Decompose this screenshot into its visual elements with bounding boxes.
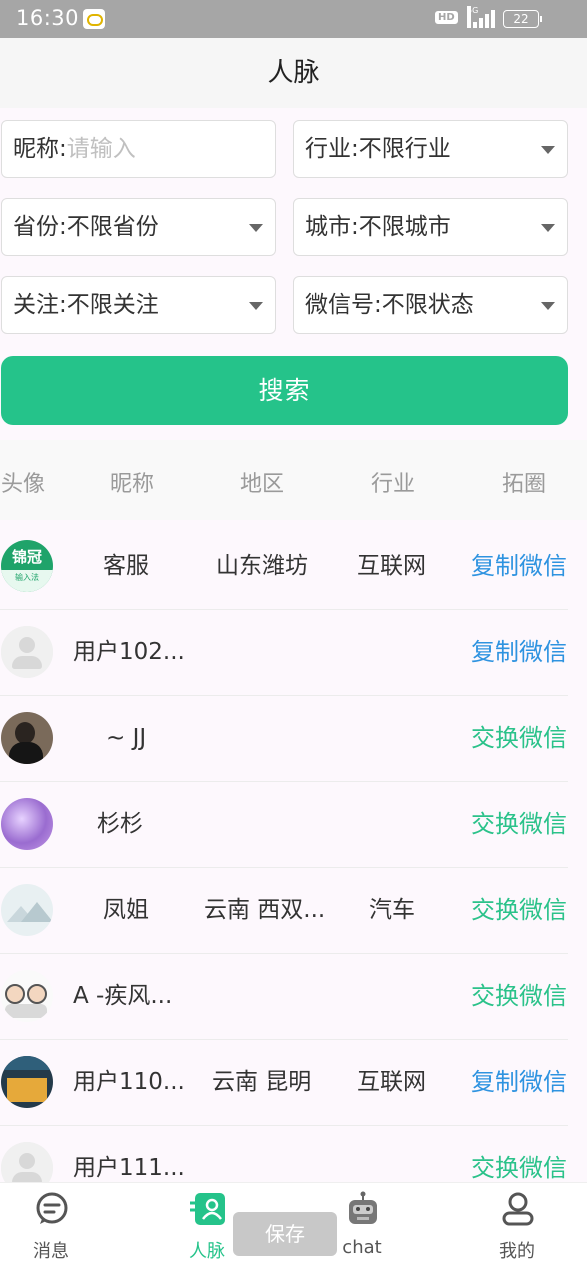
column-expand: 拓圈	[502, 472, 547, 497]
column-avatar: 头像	[1, 472, 46, 497]
row-region: 云南 昆明	[212, 1069, 312, 1095]
page-title: 人脉	[0, 38, 587, 108]
wechat-status-value: 微信号:不限状态	[305, 292, 474, 318]
industry-value: 行业:不限行业	[305, 136, 451, 162]
status-time: 16:30	[16, 6, 80, 30]
city-select[interactable]: 城市:不限城市	[293, 198, 568, 256]
tab-profile[interactable]: 我的	[472, 1183, 562, 1266]
list-item[interactable]: ~ JJ 交换微信	[0, 695, 568, 782]
nickname-field[interactable]: 昵称:请输入	[1, 120, 276, 178]
follow-value: 关注:不限关注	[13, 292, 159, 318]
chevron-down-icon	[249, 302, 263, 310]
row-industry: 汽车	[369, 897, 415, 923]
battery-icon: 22	[503, 10, 542, 28]
chevron-down-icon	[541, 224, 555, 232]
list-item[interactable]: 凤姐 云南 西双... 汽车 交换微信	[0, 867, 568, 954]
row-nickname: 用户110...	[73, 1069, 185, 1095]
default-avatar-icon	[1, 626, 53, 678]
wechat-status-select[interactable]: 微信号:不限状态	[293, 276, 568, 334]
list-item[interactable]: 用户102... 复制微信	[0, 609, 568, 696]
nickname-label: 昵称:	[13, 136, 67, 162]
list-item[interactable]: 用户110... 云南 昆明 互联网 复制微信	[0, 1039, 568, 1126]
column-region: 地区	[240, 472, 285, 497]
hd-badge: HD	[435, 11, 458, 24]
copy-wechat-button[interactable]: 复制微信	[471, 609, 567, 695]
row-nickname: ~ JJ	[106, 725, 147, 751]
row-nickname: 杉杉	[97, 811, 143, 837]
robot-icon	[349, 1191, 377, 1224]
avatar: 锦冠 输入法	[1, 540, 53, 592]
status-bar: 16:30 HD 5G 22	[0, 0, 587, 38]
chevron-down-icon	[541, 146, 555, 154]
tab-label: 我的	[499, 1241, 535, 1262]
avatar	[1, 626, 53, 678]
chevron-down-icon	[541, 302, 555, 310]
avatar	[1, 970, 53, 1022]
province-value: 省份:不限省份	[13, 214, 159, 240]
row-industry: 互联网	[357, 1069, 426, 1095]
copy-wechat-button[interactable]: 复制微信	[471, 523, 567, 609]
nickname-placeholder: 请输入	[66, 136, 136, 162]
column-header-bar	[0, 440, 587, 520]
tab-messages[interactable]: 消息	[6, 1183, 96, 1266]
save-button[interactable]: 保存	[233, 1212, 337, 1256]
avatar	[1, 798, 53, 850]
profile-icon	[502, 1192, 534, 1226]
chevron-down-icon	[249, 224, 263, 232]
row-nickname: 凤姐	[103, 897, 149, 923]
network-type: 5G	[467, 6, 478, 28]
row-nickname: 用户102...	[73, 639, 185, 665]
message-icon	[36, 1192, 68, 1224]
avatar	[1, 1056, 53, 1108]
exchange-wechat-button[interactable]: 交换微信	[471, 867, 567, 953]
cloud-icon	[83, 9, 105, 29]
contacts-icon	[190, 1193, 225, 1225]
exchange-wechat-button[interactable]: 交换微信	[471, 781, 567, 867]
follow-select[interactable]: 关注:不限关注	[1, 276, 276, 334]
row-region: 山东潍坊	[216, 553, 308, 579]
exchange-wechat-button[interactable]: 交换微信	[471, 695, 567, 781]
list-item[interactable]: 锦冠 输入法 客服 山东潍坊 互联网 复制微信	[0, 523, 568, 610]
tab-label: 消息	[33, 1241, 69, 1262]
row-nickname: 客服	[103, 553, 149, 579]
column-nickname: 昵称	[110, 472, 155, 497]
industry-select[interactable]: 行业:不限行业	[293, 120, 568, 178]
row-region: 云南 西双...	[204, 897, 326, 923]
exchange-wechat-button[interactable]: 交换微信	[471, 953, 567, 1039]
list-item[interactable]: A -疾风... 交换微信	[0, 953, 568, 1040]
province-select[interactable]: 省份:不限省份	[1, 198, 276, 256]
search-button[interactable]: 搜索	[1, 356, 568, 425]
avatar	[1, 884, 53, 936]
city-value: 城市:不限城市	[305, 214, 451, 240]
row-nickname: A -疾风...	[73, 983, 173, 1009]
column-industry: 行业	[371, 472, 416, 497]
avatar	[1, 712, 53, 764]
list-item[interactable]: 杉杉 交换微信	[0, 781, 568, 868]
copy-wechat-button[interactable]: 复制微信	[471, 1039, 567, 1125]
signal-icon: 5G	[467, 6, 497, 28]
row-industry: 互联网	[357, 553, 426, 579]
